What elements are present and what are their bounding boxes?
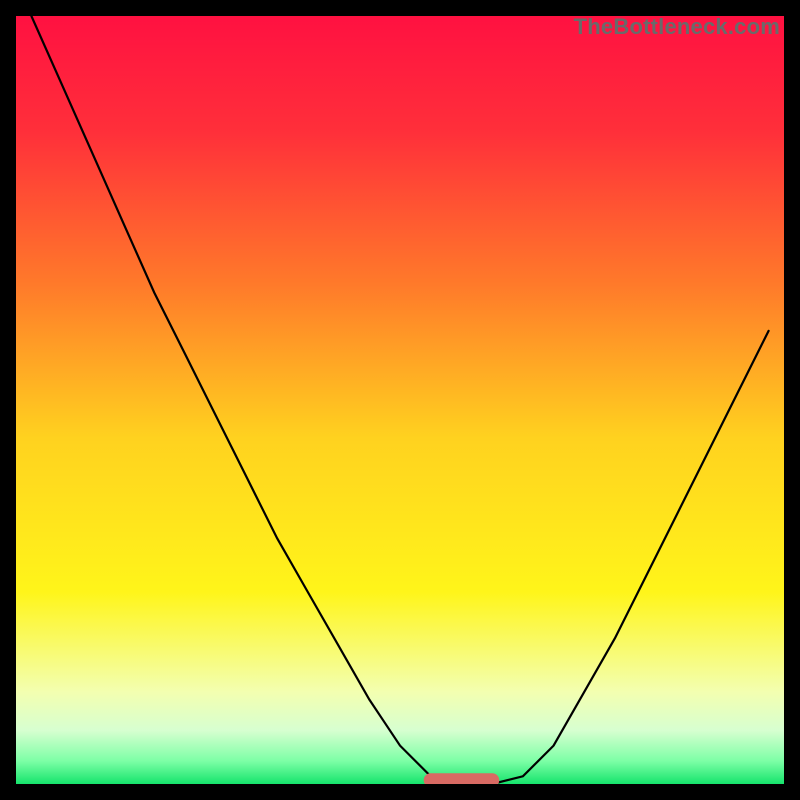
chart-frame: TheBottleneck.com [16,16,784,784]
watermark-text: TheBottleneck.com [574,14,780,40]
bottleneck-chart [16,16,784,784]
gradient-background [16,16,784,784]
